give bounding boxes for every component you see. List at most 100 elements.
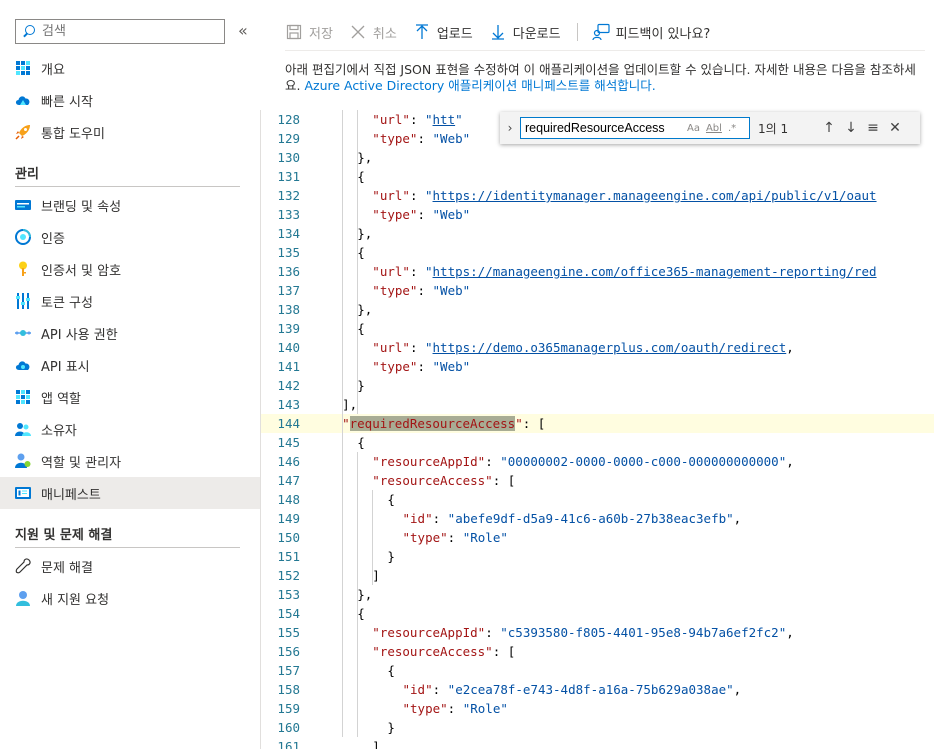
line-number: 142 xyxy=(277,378,300,393)
regex-toggle[interactable]: .* xyxy=(728,123,736,134)
rocket-icon xyxy=(15,124,31,140)
find-in-selection-icon[interactable]: ≡ xyxy=(862,120,884,136)
code-line: 146 "resourceAppId": "00000002-0000-0000-… xyxy=(261,452,934,471)
find-match-count: 1의 1 xyxy=(758,121,789,136)
code-line: 131 { xyxy=(261,167,934,186)
code-text: "resourceAppId": "00000002-0000-0000-c00… xyxy=(372,454,794,469)
line-number: 133 xyxy=(277,207,300,222)
code-text: }, xyxy=(357,150,373,165)
find-input[interactable] xyxy=(521,121,681,135)
json-editor[interactable]: 128 "url": "htt" 129 "type": "Web" 130}, 131 {… xyxy=(260,110,934,749)
section-title-support: 지원 및 문제 해결 xyxy=(15,528,113,543)
whole-word-toggle[interactable]: Abl xyxy=(706,123,722,134)
line-number: 155 xyxy=(277,625,300,640)
feedback-button[interactable]: 피드백이 있나요? xyxy=(591,23,710,42)
sidebar-item-api-cloud[interactable]: API 표시 xyxy=(0,349,260,381)
sidebar-item-label: 문제 해결 xyxy=(41,560,93,576)
code-text: } xyxy=(387,720,395,735)
manifest-icon xyxy=(15,485,31,501)
code-text: "url": "htt" xyxy=(372,112,463,127)
search-field[interactable] xyxy=(15,19,225,44)
sidebar-item-auth[interactable]: 인증 xyxy=(0,221,260,253)
code-line: 154 { xyxy=(261,604,934,623)
line-number: 147 xyxy=(277,473,300,488)
sidebar-item-owners[interactable]: 소유자 xyxy=(0,413,260,445)
line-number: 137 xyxy=(277,283,300,298)
sidebar-item-label: 토큰 구성 xyxy=(41,295,93,311)
previous-match-arrow-up-icon[interactable]: ↑ xyxy=(818,120,840,136)
toggle-replace-chevron-icon[interactable]: › xyxy=(500,121,520,135)
line-number: 159 xyxy=(277,701,300,716)
sidebar-item-token[interactable]: 토큰 구성 xyxy=(0,285,260,317)
code-line: 152] xyxy=(261,566,934,585)
collapse-sidebar-button[interactable]: « xyxy=(238,21,248,40)
line-number: 153 xyxy=(277,587,300,602)
code-line: 148 { xyxy=(261,490,934,509)
code-line: 155 "resourceAppId": "c5393580-f805-4401-… xyxy=(261,623,934,642)
sidebar-item-label: 개요 xyxy=(41,62,65,78)
cloud-icon xyxy=(15,92,31,108)
support-icon xyxy=(15,590,31,606)
line-number: 152 xyxy=(277,568,300,583)
code-text: "type": "Web" xyxy=(372,131,471,146)
line-number: 157 xyxy=(277,663,300,678)
sidebar-item-wrench[interactable]: 문제 해결 xyxy=(0,550,260,582)
manifest-docs-link[interactable]: Azure Active Directory 애플리케이션 매니페스트를 해석합… xyxy=(304,78,655,93)
sidebar-item-rocket[interactable]: 통합 도우미 xyxy=(0,116,260,148)
sidebar-item-label: API 사용 권한 xyxy=(41,327,118,343)
code-line: 137 "type": "Web" xyxy=(261,281,934,300)
sidebar-item-grid[interactable]: 개요 xyxy=(0,52,260,84)
line-number: 130 xyxy=(277,150,300,165)
code-text: { xyxy=(357,435,365,450)
sidebar-item-app-roles[interactable]: 앱 역할 xyxy=(0,381,260,413)
sidebar-item-label: 앱 역할 xyxy=(41,391,82,407)
grid-icon xyxy=(15,60,31,76)
code-line: 160} xyxy=(261,718,934,737)
search-icon xyxy=(22,24,36,39)
code-line: 138}, xyxy=(261,300,934,319)
search-input[interactable] xyxy=(42,24,212,39)
sidebar-item-label: 빠른 시작 xyxy=(41,94,93,110)
line-number: 161 xyxy=(277,739,300,749)
code-text: "type": "Role" xyxy=(402,701,508,716)
code-line: 140 "url": "https://demo.o365managerplus.… xyxy=(261,338,934,357)
upload-button[interactable]: 업로드 xyxy=(413,23,473,42)
code-line: 151} xyxy=(261,547,934,566)
code-text: }, xyxy=(357,226,373,241)
line-number: 154 xyxy=(277,606,300,621)
line-number: 160 xyxy=(277,720,300,735)
code-text: } xyxy=(357,378,365,393)
next-match-arrow-down-icon[interactable]: ↓ xyxy=(840,120,862,136)
sidebar-item-manifest[interactable]: 매니페스트 xyxy=(0,477,260,509)
line-number: 151 xyxy=(277,549,300,564)
indent-guide xyxy=(372,490,374,585)
app-roles-icon xyxy=(15,389,31,405)
roles-admins-icon xyxy=(15,453,31,469)
sidebar-item-key[interactable]: 인증서 및 암호 xyxy=(0,253,260,285)
code-line: 147 "resourceAccess": [ xyxy=(261,471,934,490)
sidebar-item-api-permission[interactable]: API 사용 권한 xyxy=(0,317,260,349)
code-text: "type": "Role" xyxy=(402,530,508,545)
line-number: 139 xyxy=(277,321,300,336)
download-button[interactable]: 다운로드 xyxy=(489,23,561,42)
line-number: 143 xyxy=(277,397,300,412)
code-line: 139 { xyxy=(261,319,934,338)
sidebar-item-branding[interactable]: 브랜딩 및 속성 xyxy=(0,189,260,221)
code-line: 134}, xyxy=(261,224,934,243)
sidebar-item-roles-admins[interactable]: 역할 및 관리자 xyxy=(0,445,260,477)
toolbar-separator xyxy=(576,23,578,41)
discard-button[interactable]: 취소 xyxy=(349,23,397,42)
save-button[interactable]: 저장 xyxy=(285,23,333,42)
sidebar-item-support[interactable]: 새 지원 요청 xyxy=(0,582,260,614)
code-text: ], xyxy=(342,397,358,412)
sidebar-item-cloud[interactable]: 빠른 시작 xyxy=(0,84,260,116)
line-number: 134 xyxy=(277,226,300,241)
match-case-toggle[interactable]: Aa xyxy=(687,123,700,134)
upload-icon xyxy=(413,23,431,41)
toolbar-divider xyxy=(285,50,925,51)
line-number: 148 xyxy=(277,492,300,507)
code-text: { xyxy=(357,169,365,184)
close-find-icon[interactable]: ✕ xyxy=(884,120,906,136)
line-number: 131 xyxy=(277,169,300,184)
section-divider xyxy=(15,186,240,187)
